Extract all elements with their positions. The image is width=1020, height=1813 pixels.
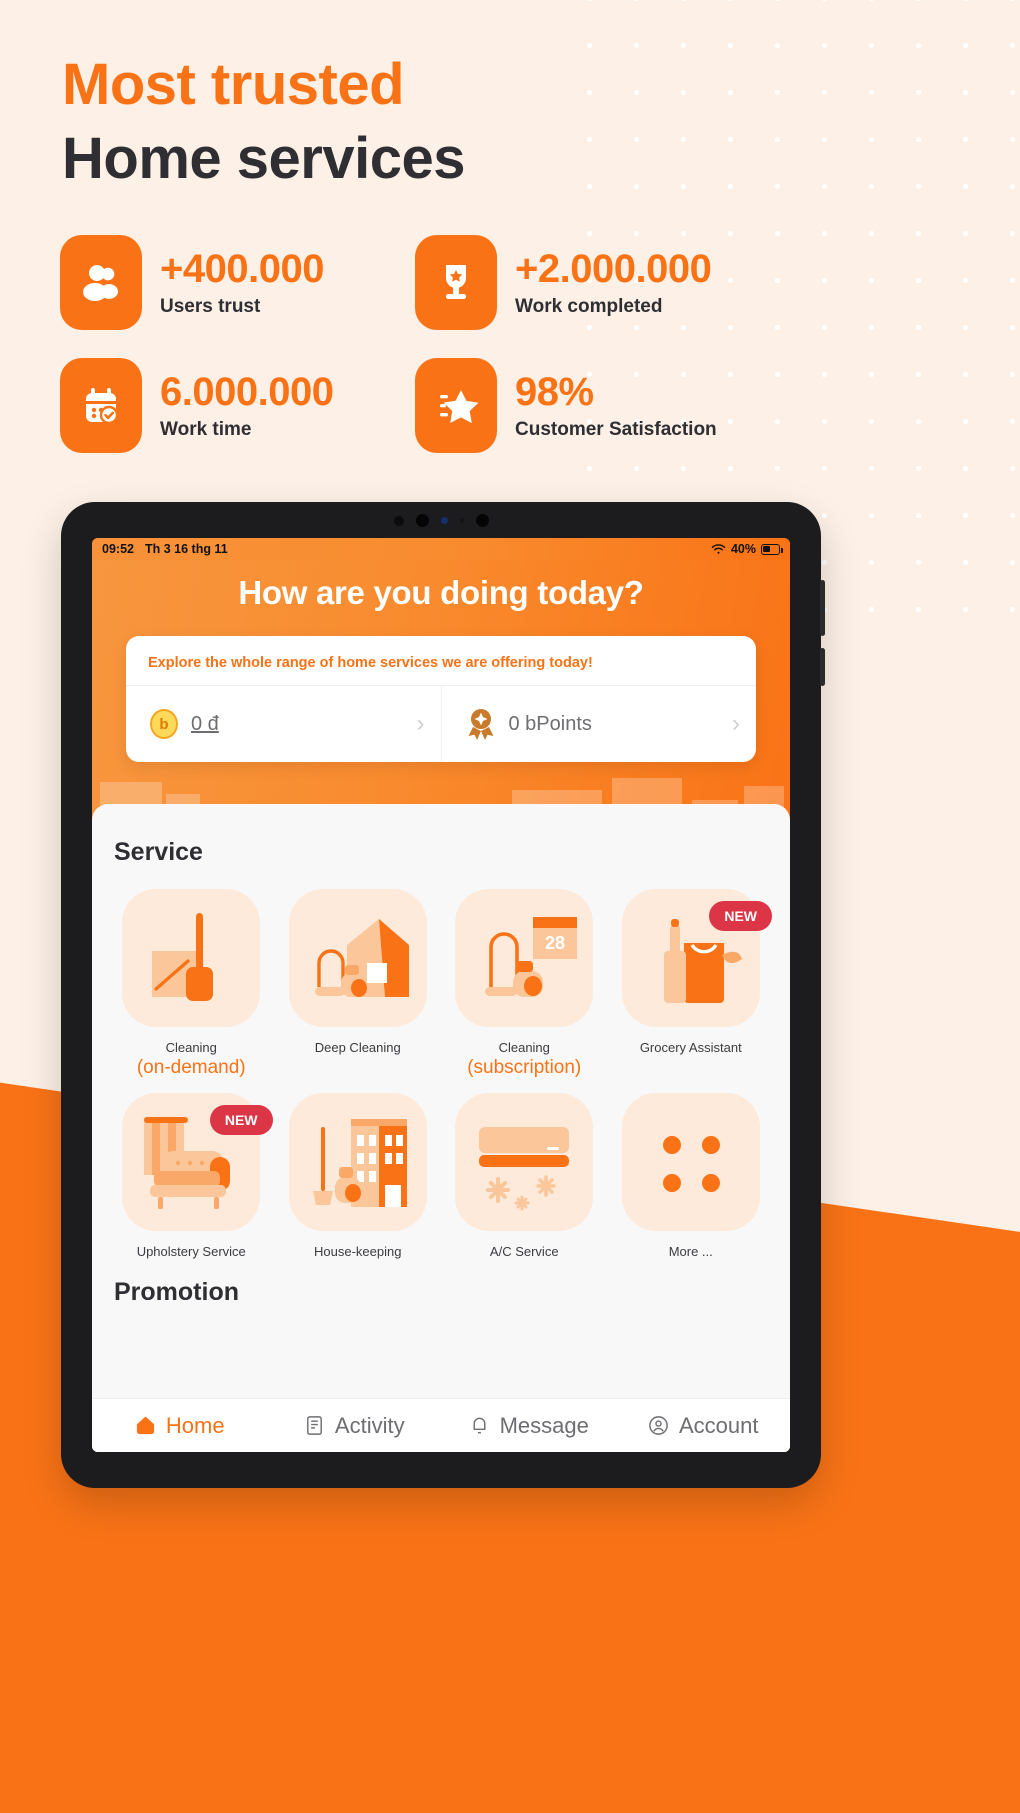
wallet-points-value: 0 bPoints	[508, 712, 592, 735]
nav-item-label: Message	[499, 1412, 589, 1438]
wallet-balance-value: 0 đ	[191, 712, 219, 735]
service-tile-label: Grocery Assistant	[639, 1040, 742, 1055]
camera-lens	[415, 514, 429, 527]
stat-label: Work time	[160, 418, 252, 440]
service-tile-cleaning-on-demand[interactable]: Cleaning (on-demand)	[108, 889, 275, 1079]
chevron-right-icon: ›	[732, 710, 740, 737]
building-broom-icon	[288, 1093, 427, 1231]
wallet-points-cell[interactable]: 0 bPoints ›	[440, 686, 757, 762]
nav-item-label: Account	[679, 1412, 759, 1438]
stats-grid: +400.000 Users trust +2.000.000 Work com…	[60, 235, 850, 453]
battery-icon	[761, 543, 783, 555]
greeting-title: How are you doing today?	[238, 574, 644, 611]
air-conditioner-icon	[455, 1093, 594, 1231]
wallet-balance-cell[interactable]: b 0 đ ›	[126, 686, 441, 762]
service-tile-label: Deep Cleaning	[314, 1040, 401, 1055]
service-tile-label: Cleaning (subscription)	[467, 1040, 582, 1078]
service-tile-upholstery[interactable]: NEW Upholstery Service	[108, 1093, 275, 1260]
badge-new: NEW	[209, 1105, 273, 1135]
nav-item-label: Activity	[334, 1412, 405, 1438]
tablet-device: 09:52 Th 3 16 thg 11 40% How are you doi…	[61, 502, 825, 1488]
nav-item-account[interactable]: Account	[616, 1413, 791, 1439]
landing-page: Most trusted Home services +400.000 User…	[0, 0, 1020, 1813]
section-title-service: Service	[114, 838, 203, 866]
nav-item-message[interactable]: Message	[441, 1413, 616, 1439]
stat-label: Customer Satisfaction	[515, 418, 717, 440]
device-camera-array	[61, 514, 821, 527]
service-tile-deep-cleaning[interactable]: Deep Cleaning	[275, 889, 442, 1079]
section-title-promotion: Promotion	[114, 1278, 239, 1300]
wallet-row: b 0 đ › 0 bPoints ›	[126, 685, 756, 762]
device-volume-button[interactable]	[820, 648, 825, 686]
stat-item: +400.000 Users trust	[60, 235, 415, 330]
status-date: Th 3 16 thg 11	[144, 542, 228, 556]
calendar-check-icon	[60, 358, 142, 453]
service-tile-more[interactable]: More ...	[608, 1093, 775, 1260]
sensor-dot	[393, 515, 404, 526]
page-title: Most trusted Home services	[62, 48, 465, 196]
stat-value: 6.000.000	[160, 369, 334, 414]
chevron-right-icon: ›	[416, 710, 425, 737]
stat-item: +2.000.000 Work completed	[415, 235, 770, 330]
service-tile-label: Cleaning (on-demand)	[136, 1040, 246, 1078]
service-tile-house-keeping[interactable]: House-keeping	[275, 1093, 442, 1260]
service-tile-ac-service[interactable]: A/C Service	[441, 1093, 608, 1260]
service-tile-label: Upholstery Service	[136, 1244, 246, 1259]
bcoin-icon: b	[150, 709, 178, 739]
app-hero: How are you doing today? Explore the who…	[92, 560, 790, 830]
trophy-icon	[415, 235, 497, 330]
headline-line-1: Most trusted	[62, 52, 404, 117]
stat-item: 6.000.000 Work time	[60, 358, 415, 453]
users-icon	[60, 235, 142, 330]
headline-line-2: Home services	[62, 126, 465, 191]
stat-value: 98%	[515, 369, 594, 414]
nav-item-activity[interactable]: Activity	[267, 1413, 442, 1439]
status-time: 09:52	[102, 542, 134, 556]
battery-percent: 40%	[730, 542, 756, 556]
stat-item: 98% Customer Satisfaction	[415, 358, 770, 453]
bottom-navigation: Home Activity Message Account	[92, 1398, 790, 1452]
service-tile-cleaning-subscription[interactable]: 28 Cleaning (subscription)	[441, 889, 608, 1079]
house-vacuum-icon	[288, 889, 427, 1027]
stat-label: Users trust	[160, 295, 261, 317]
wallet-card: Explore the whole range of home services…	[126, 636, 756, 762]
stat-value: +400.000	[160, 246, 324, 291]
content-sheet: Service Cleaning (on-demand) Deep Cleani…	[92, 804, 790, 1452]
device-side-button[interactable]	[820, 580, 825, 636]
activity-icon	[303, 1414, 326, 1437]
vacuum-calendar-icon: 28	[455, 889, 594, 1027]
home-icon	[134, 1414, 157, 1437]
camera-lens	[475, 514, 489, 527]
service-tile-label: House-keeping	[314, 1244, 402, 1259]
promo-note: Explore the whole range of home services…	[148, 655, 593, 671]
star-badge-icon	[415, 358, 497, 453]
stat-label: Work completed	[515, 295, 663, 317]
mop-bucket-icon	[122, 889, 261, 1027]
device-screen: 09:52 Th 3 16 thg 11 40% How are you doi…	[92, 538, 790, 1452]
status-bar: 09:52 Th 3 16 thg 11 40%	[92, 538, 790, 560]
bpoints-medal-icon	[466, 708, 496, 740]
nav-item-label: Home	[165, 1412, 225, 1438]
wifi-icon	[711, 543, 726, 555]
service-tile-label: A/C Service	[489, 1244, 559, 1259]
sensor-dot	[459, 518, 464, 523]
account-icon	[647, 1414, 670, 1437]
badge-new: NEW	[709, 901, 772, 931]
service-grid: Cleaning (on-demand) Deep Cleaning 28 Cl…	[92, 889, 790, 1260]
camera-lens-blue	[440, 517, 448, 524]
stat-value: +2.000.000	[515, 246, 712, 291]
calendar-day-number: 28	[545, 933, 565, 953]
nav-item-home[interactable]: Home	[92, 1413, 267, 1439]
service-tile-label: More ...	[668, 1244, 713, 1259]
bell-icon	[468, 1414, 491, 1437]
service-tile-grocery-assistant[interactable]: NEW Grocery Assistant	[608, 889, 775, 1079]
more-dots-icon	[621, 1093, 760, 1231]
